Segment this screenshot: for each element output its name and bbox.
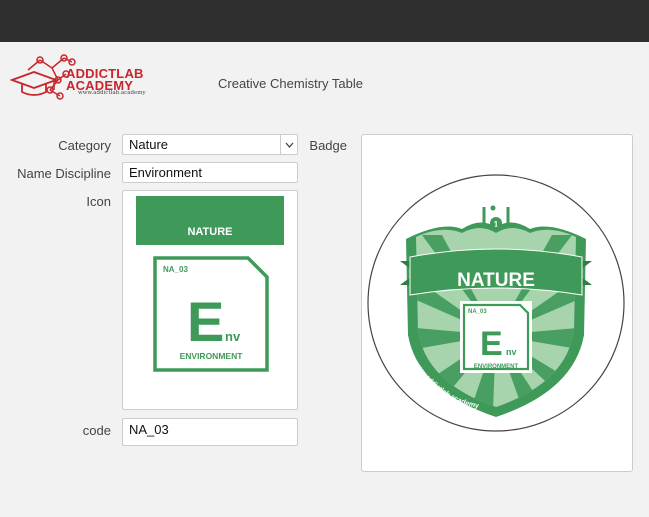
category-label: Category xyxy=(58,138,111,153)
badge-banner-text: NATURE xyxy=(457,270,535,291)
brand-url: www.addictlab.academy xyxy=(78,90,146,96)
badge-symbol-sub: nv xyxy=(506,347,517,357)
name-discipline-input[interactable]: Environment xyxy=(122,162,298,183)
icon-label: Icon xyxy=(86,194,111,209)
code-label: code xyxy=(82,423,111,438)
icon-element-name: ENVIRONMENT xyxy=(180,351,244,361)
badge-element-name: ENVIRONMENT xyxy=(474,364,519,370)
icon-symbol-sub: nv xyxy=(225,329,241,344)
category-value: Nature xyxy=(129,137,169,152)
badge-symbol-main: E xyxy=(480,325,503,363)
badge-element-code: NA_03 xyxy=(468,309,487,315)
top-bar xyxy=(0,0,649,42)
name-discipline-label: Name Discipline xyxy=(17,166,111,181)
icon-preview[interactable]: NATURE NA_03 E nv ENVIRONMENT xyxy=(122,190,298,410)
icon-symbol-main: E xyxy=(187,290,224,353)
icon-banner-text: NATURE xyxy=(187,226,232,238)
icon-element-code: NA_03 xyxy=(163,265,188,274)
badge-preview[interactable]: 1 NATURE NA_03 E nv ENVIRONMENT www.addi… xyxy=(361,134,633,472)
badge-label: Badge xyxy=(309,138,347,153)
code-input[interactable]: NA_03 xyxy=(122,418,298,446)
app-title: Creative Chemistry Table xyxy=(218,76,363,91)
